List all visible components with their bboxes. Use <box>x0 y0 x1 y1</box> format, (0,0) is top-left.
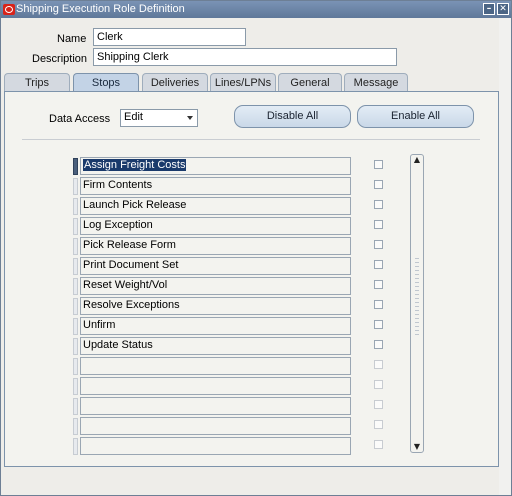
action-enabled-checkbox[interactable] <box>374 340 383 349</box>
empty-action-row[interactable] <box>5 417 383 435</box>
title-bar: Shipping Execution Role Definition – ✕ <box>1 1 511 18</box>
action-enabled-checkbox[interactable] <box>374 160 383 169</box>
record-indicator <box>73 398 78 415</box>
tab-deliveries[interactable]: Deliveries <box>142 73 208 93</box>
action-name-field[interactable] <box>80 377 351 395</box>
action-row[interactable]: Update Status <box>5 337 383 355</box>
action-name-field[interactable] <box>80 417 351 435</box>
action-enabled-checkbox[interactable] <box>374 280 383 289</box>
action-row[interactable]: Firm Contents <box>5 177 383 195</box>
scroll-grip[interactable] <box>415 258 419 338</box>
close-icon[interactable]: ✕ <box>497 3 509 15</box>
action-name-field[interactable]: Resolve Exceptions <box>80 297 351 315</box>
action-name-field[interactable] <box>80 397 351 415</box>
action-enabled-checkbox[interactable] <box>374 200 383 209</box>
action-enabled-checkbox[interactable] <box>374 400 383 409</box>
record-indicator <box>73 418 78 435</box>
action-name-field[interactable]: Assign Freight Costs <box>80 157 351 175</box>
empty-action-row[interactable] <box>5 397 383 415</box>
action-name-field[interactable]: Launch Pick Release <box>80 197 351 215</box>
enable-all-button[interactable]: Enable All <box>357 105 474 128</box>
scroll-down-icon[interactable]: ▼ <box>413 443 421 451</box>
action-row[interactable]: Launch Pick Release <box>5 197 383 215</box>
action-name-field[interactable]: Print Document Set <box>80 257 351 275</box>
record-indicator <box>73 438 78 455</box>
action-name-field[interactable]: Unfirm <box>80 317 351 335</box>
action-row[interactable]: Log Exception <box>5 217 383 235</box>
tab-general[interactable]: General <box>278 73 342 93</box>
section-divider <box>22 139 480 140</box>
scroll-up-icon[interactable]: ▲ <box>413 156 421 164</box>
action-name-field[interactable]: Log Exception <box>80 217 351 235</box>
record-indicator <box>73 178 78 195</box>
action-row[interactable]: Print Document Set <box>5 257 383 275</box>
action-name-field[interactable]: Update Status <box>80 337 351 355</box>
record-indicator <box>73 378 78 395</box>
action-name-field[interactable]: Pick Release Form <box>80 237 351 255</box>
action-row[interactable]: Unfirm <box>5 317 383 335</box>
oracle-logo-icon <box>3 4 15 15</box>
record-indicator <box>73 298 78 315</box>
tab-lines-lpns[interactable]: Lines/LPNs <box>210 73 276 93</box>
action-name-field[interactable] <box>80 357 351 375</box>
action-enabled-checkbox[interactable] <box>374 420 383 429</box>
action-row[interactable]: Resolve Exceptions <box>5 297 383 315</box>
action-enabled-checkbox[interactable] <box>374 240 383 249</box>
record-indicator <box>73 318 78 335</box>
action-row[interactable]: Reset Weight/Vol <box>5 277 383 295</box>
empty-action-row[interactable] <box>5 357 383 375</box>
vertical-scrollbar[interactable]: ▲ ▼ <box>410 154 424 453</box>
window-right-edge <box>499 18 511 495</box>
window-title: Shipping Execution Role Definition <box>16 3 185 15</box>
empty-action-row[interactable] <box>5 377 383 395</box>
tab-message[interactable]: Message <box>344 73 408 93</box>
action-row[interactable]: Assign Freight Costs <box>5 157 383 175</box>
description-label: Description <box>32 53 88 65</box>
record-indicator <box>73 238 78 255</box>
record-indicator <box>73 358 78 375</box>
current-record-indicator <box>73 158 78 175</box>
action-name-field[interactable] <box>80 437 351 455</box>
action-enabled-checkbox[interactable] <box>374 380 383 389</box>
tab-bar: Trips Stops Deliveries Lines/LPNs Genera… <box>1 73 512 93</box>
action-row[interactable]: Pick Release Form <box>5 237 383 255</box>
name-label: Name <box>57 33 87 45</box>
shipping-execution-role-window: Shipping Execution Role Definition – ✕ N… <box>0 0 512 496</box>
action-enabled-checkbox[interactable] <box>374 320 383 329</box>
description-field[interactable]: Shipping Clerk <box>93 48 397 66</box>
action-enabled-checkbox[interactable] <box>374 440 383 449</box>
data-access-value: Edit <box>124 111 143 123</box>
minimize-icon[interactable]: – <box>483 3 495 15</box>
action-enabled-checkbox[interactable] <box>374 360 383 369</box>
record-indicator <box>73 338 78 355</box>
action-enabled-checkbox[interactable] <box>374 220 383 229</box>
dropdown-arrow-icon <box>187 116 193 120</box>
action-name-field[interactable]: Firm Contents <box>80 177 351 195</box>
tab-trips[interactable]: Trips <box>4 73 70 93</box>
record-indicator <box>73 278 78 295</box>
action-enabled-checkbox[interactable] <box>374 300 383 309</box>
action-enabled-checkbox[interactable] <box>374 180 383 189</box>
name-field[interactable]: Clerk <box>93 28 246 46</box>
tab-stops[interactable]: Stops <box>73 73 139 93</box>
data-access-select[interactable]: Edit <box>120 109 198 127</box>
record-indicator <box>73 198 78 215</box>
action-name-field[interactable]: Reset Weight/Vol <box>80 277 351 295</box>
stops-tab-panel: Data Access Edit Disable All Enable All … <box>4 91 499 467</box>
action-enabled-checkbox[interactable] <box>374 260 383 269</box>
empty-action-row[interactable] <box>5 437 383 455</box>
data-access-label: Data Access <box>49 113 111 125</box>
disable-all-button[interactable]: Disable All <box>234 105 351 128</box>
record-indicator <box>73 258 78 275</box>
record-indicator <box>73 218 78 235</box>
